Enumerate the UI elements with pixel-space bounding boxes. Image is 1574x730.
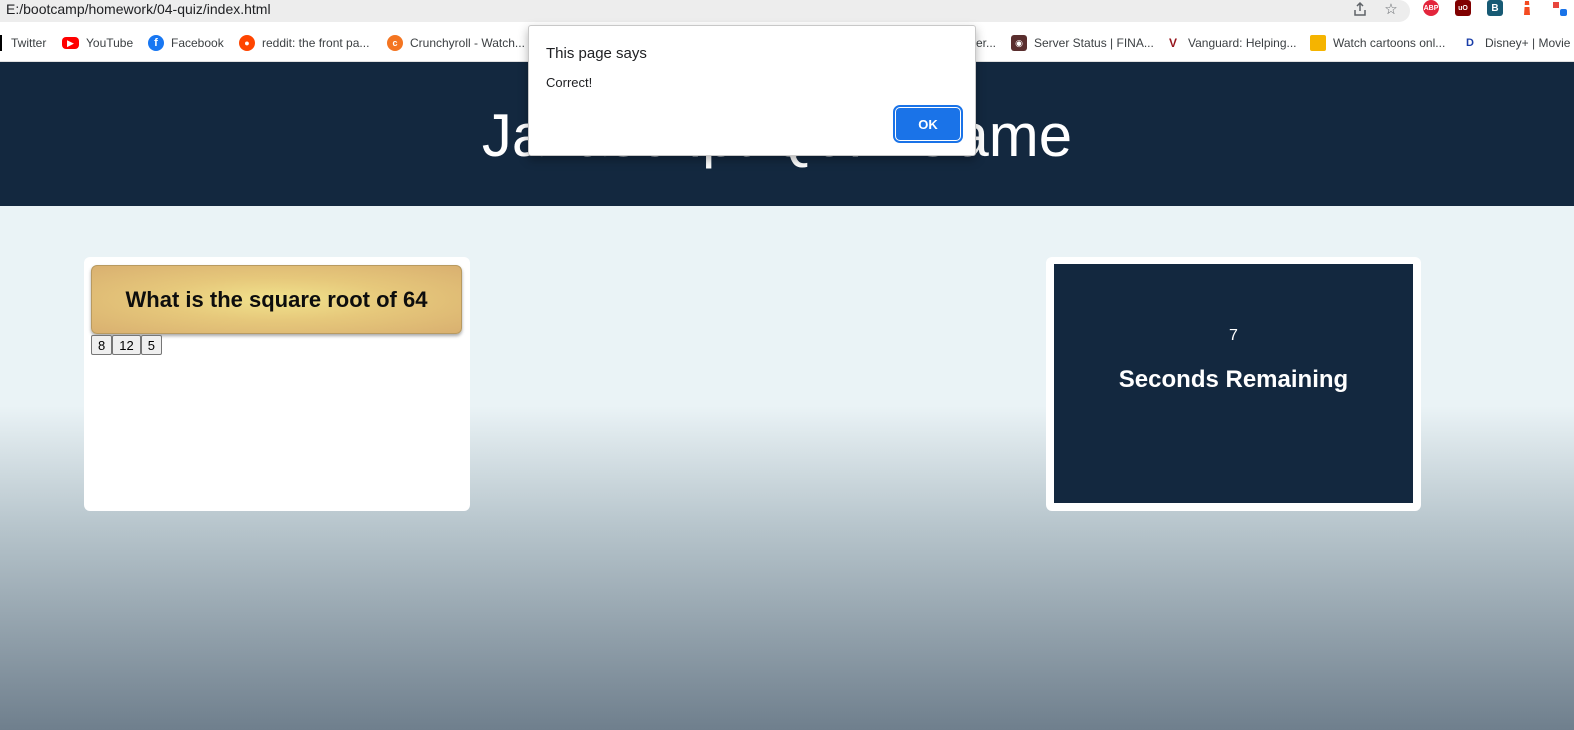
bookmark-facebook[interactable]: f Facebook [148,34,224,52]
address-bar: E:/bootcamp/homework/04-quiz/index.html … [0,0,1574,24]
timer-panel: 7 Seconds Remaining [1054,264,1413,503]
alert-dialog: This page says Correct! OK [528,25,976,156]
bookmark-label: Crunchyroll - Watch... [410,36,525,50]
bookmark-label: Server Status | FINA... [1034,36,1154,50]
facebook-icon: f [148,35,164,51]
answer-button-3[interactable]: 5 [140,335,162,355]
profile-extension-icon[interactable] [1551,0,1567,16]
cartoons-icon [1310,35,1326,51]
lighthouse-extension-icon[interactable] [1519,0,1535,16]
bookmark-youtube[interactable]: ▶ YouTube [62,34,133,52]
answer-list: 8 12 5 [91,335,162,355]
bookmark-hidden[interactable]: er... [976,34,996,52]
timer-count: 7 [1229,327,1238,344]
answer-button-1[interactable]: 8 [91,335,113,355]
reddit-icon: ● [239,35,255,51]
timer-card: 7 Seconds Remaining [1046,257,1421,511]
timer-label: Seconds Remaining [1118,366,1349,393]
twitter-icon [0,35,2,51]
crunchyroll-icon: c [387,35,403,51]
url-text: E:/bootcamp/homework/04-quiz/index.html [6,1,271,17]
bookmark-vanguard[interactable]: V Vanguard: Helping... [1165,34,1297,52]
answer-button-2[interactable]: 12 [112,335,141,355]
bookmark-reddit[interactable]: ● reddit: the front pa... [239,34,369,52]
youtube-icon: ▶ [62,37,79,49]
question-text: What is the square root of 64 [91,265,462,334]
bookmark-label: Twitter [11,36,47,50]
bookmark-label: Watch cartoons onl... [1333,36,1446,50]
bookmark-label: er... [976,36,997,50]
ublock-origin-icon[interactable]: uO [1455,0,1471,16]
vanguard-icon: V [1168,36,1177,50]
bookmark-disney[interactable]: D Disney+ | Movie [1462,34,1570,52]
quiz-card: What is the square root of 64 8 12 5 [84,257,470,511]
bookmark-label: YouTube [86,36,134,50]
bookmark-server-status[interactable]: ◉ Server Status | FINA... [1011,34,1154,52]
ok-button[interactable]: OK [893,105,963,143]
url-field[interactable]: E:/bootcamp/homework/04-quiz/index.html [0,0,1410,22]
dialog-message: Correct! [546,75,593,90]
dialog-title: This page says [546,45,647,62]
adblock-plus-icon[interactable]: ABP [1423,0,1439,16]
page-main: What is the square root of 64 8 12 5 7 S… [0,206,1574,730]
bookmark-cartoons[interactable]: Watch cartoons onl... [1310,34,1445,52]
bookmark-label: Facebook [171,36,224,50]
bookmark-star-icon[interactable]: ☆ [1382,0,1400,18]
share-icon[interactable] [1351,0,1369,18]
bookmark-label: Vanguard: Helping... [1188,36,1297,50]
bookmark-label: reddit: the front pa... [262,36,370,50]
disney-icon: D [1466,37,1474,49]
server-status-icon: ◉ [1011,35,1027,51]
bitwarden-extension-icon[interactable]: B [1487,0,1503,16]
bookmark-crunchyroll[interactable]: c Crunchyroll - Watch... [387,34,525,52]
bookmark-label: Disney+ | Movie [1485,36,1571,50]
bookmark-twitter[interactable]: Twitter [0,34,46,52]
